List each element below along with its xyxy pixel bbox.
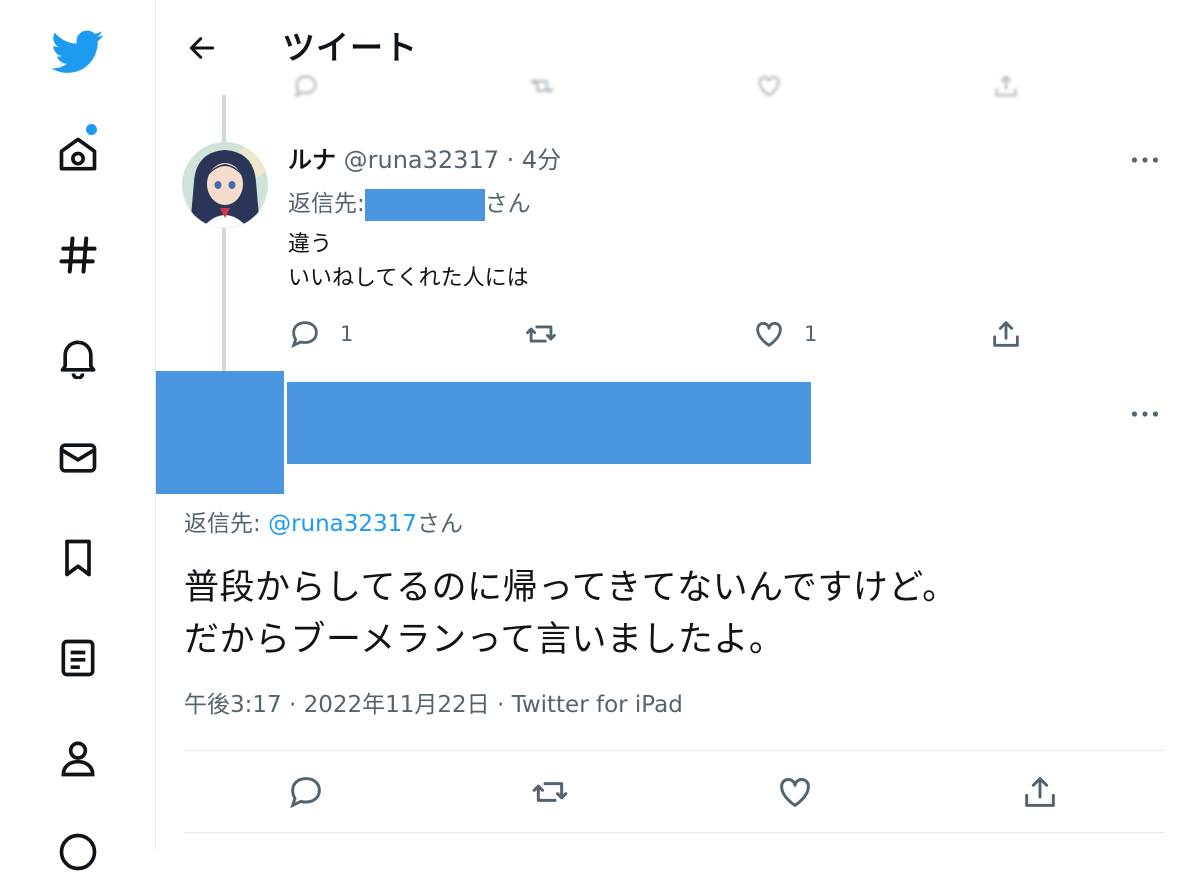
reply-to-handle-link[interactable]: @runa32317 (268, 511, 417, 537)
heart-icon (758, 76, 780, 97)
divider (184, 750, 1164, 751)
twitter-logo-icon[interactable] (52, 25, 104, 77)
main-tweet-text: 普段からしてるのに帰ってきてないんですけど。 だからブーメランって言いましたよ。 (184, 568, 958, 660)
like-count: 1 (804, 322, 818, 346)
heart-icon (780, 778, 810, 807)
more-dots-icon (1131, 157, 1159, 163)
share-button[interactable] (989, 317, 1023, 351)
redacted-handle (364, 188, 485, 221)
tweet-text: 違う いいねしてくれた人には (288, 232, 529, 291)
hashtag-icon[interactable] (52, 229, 104, 281)
profile-icon[interactable] (52, 732, 104, 784)
main-reply-button[interactable] (276, 762, 336, 822)
reply-icon (291, 321, 318, 349)
author-handle-time: @runa32317 · 4分 (343, 146, 562, 174)
avatar[interactable] (182, 142, 268, 228)
tweet-author-line: ルナ @runa32317 · 4分 (288, 143, 561, 177)
more-circle-icon[interactable] (52, 826, 104, 878)
home-icon[interactable] (52, 128, 104, 180)
main-share-button[interactable] (1010, 762, 1070, 822)
main-more-options-button[interactable] (1125, 399, 1165, 429)
divider (184, 832, 1164, 833)
share-icon (995, 75, 1017, 97)
redacted-avatar (156, 371, 284, 494)
back-button[interactable] (180, 26, 224, 70)
share-icon (993, 321, 1019, 347)
sidebar-nav (0, 0, 156, 871)
page-title: ツイート (282, 28, 418, 67)
tweet-timestamp[interactable]: 午後3:17 · 2022年11月22日 · Twitter for iPad (184, 688, 683, 722)
thread-line (222, 95, 226, 390)
reply-button[interactable]: 1 (288, 317, 353, 351)
retweet-icon (530, 78, 554, 94)
reply-icon (290, 777, 321, 809)
previous-tweet-actions (280, 70, 1040, 100)
author-name[interactable]: ルナ (288, 146, 336, 174)
retweet-icon (532, 782, 568, 802)
heart-icon (756, 321, 782, 347)
notification-dot (86, 124, 97, 135)
retweet-button[interactable] (524, 317, 558, 351)
avatar-image (182, 142, 268, 228)
lists-icon[interactable] (52, 632, 104, 684)
reply-count: 1 (340, 322, 354, 346)
reply-to-line: 返信先: さん (288, 188, 531, 221)
more-options-button[interactable] (1125, 145, 1165, 175)
arrow-left-icon (189, 37, 215, 59)
redacted-author-name (287, 382, 811, 464)
main-like-button[interactable] (765, 762, 825, 822)
mail-icon[interactable] (52, 432, 104, 484)
like-button[interactable]: 1 (752, 317, 817, 351)
retweet-icon (526, 325, 556, 343)
share-icon (1025, 777, 1055, 807)
main-retweet-button[interactable] (520, 762, 580, 822)
reply-icon (294, 75, 317, 98)
main-reply-to-line: 返信先: @runa32317さん (184, 511, 463, 537)
bookmark-icon[interactable] (52, 532, 104, 584)
more-dots-icon (1131, 411, 1159, 417)
bell-icon[interactable] (52, 331, 104, 383)
